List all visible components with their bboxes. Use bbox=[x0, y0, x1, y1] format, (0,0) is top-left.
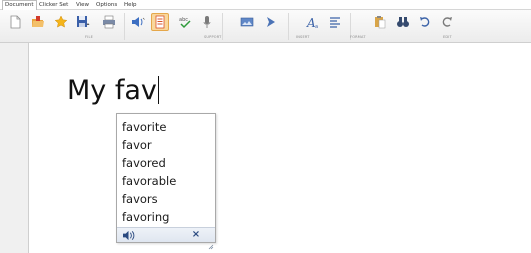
undo-icon[interactable] bbox=[416, 13, 434, 31]
insert-picture-icon[interactable] bbox=[238, 13, 256, 31]
prediction-footer: × bbox=[117, 227, 215, 250]
group-label-format: FORMAT bbox=[350, 35, 366, 39]
document-area: My fav bbox=[0, 43, 531, 253]
prediction-item[interactable]: favoring bbox=[117, 208, 215, 226]
tab-options[interactable]: Options bbox=[96, 1, 117, 9]
svg-text:a: a bbox=[315, 24, 318, 29]
insert-arrow-icon[interactable] bbox=[263, 13, 281, 31]
document-page[interactable]: My fav bbox=[28, 43, 531, 253]
text-caret bbox=[157, 76, 160, 104]
document-text[interactable]: My fav bbox=[67, 75, 160, 107]
svg-text:abc: abc bbox=[179, 17, 188, 23]
group-label-file: FILE bbox=[85, 35, 94, 39]
prediction-item[interactable]: favorable bbox=[117, 172, 215, 190]
ribbon-toolbar: abc Aa FILE SUPPORT INSERT FORMAT EDIT bbox=[0, 10, 531, 43]
close-prediction-button[interactable]: × bbox=[190, 228, 202, 241]
speak-predictions-icon[interactable] bbox=[121, 229, 135, 241]
new-document-icon[interactable] bbox=[6, 13, 24, 31]
prediction-items: favorite favor favored favorable favors … bbox=[117, 114, 215, 226]
print-icon[interactable] bbox=[100, 13, 118, 31]
group-separator bbox=[124, 13, 125, 40]
menu-bar: Document Clicker Set View Options Help bbox=[0, 0, 531, 11]
tab-help[interactable]: Help bbox=[124, 1, 137, 9]
resize-grip-icon[interactable] bbox=[208, 235, 214, 250]
font-icon[interactable]: Aa bbox=[304, 13, 322, 31]
redo-icon[interactable] bbox=[438, 13, 456, 31]
microphone-icon[interactable] bbox=[198, 13, 216, 31]
align-icon[interactable] bbox=[326, 13, 344, 31]
save-icon[interactable] bbox=[74, 13, 92, 31]
tab-clicker-set[interactable]: Clicker Set bbox=[39, 1, 68, 9]
word-prediction-icon[interactable] bbox=[151, 13, 169, 31]
group-label-edit: EDIT bbox=[443, 35, 452, 39]
paste-icon[interactable] bbox=[371, 13, 389, 31]
prediction-item[interactable]: favor bbox=[117, 136, 215, 154]
spell-check-icon[interactable]: abc bbox=[176, 13, 194, 31]
group-separator bbox=[222, 13, 223, 40]
group-label-insert: INSERT bbox=[296, 35, 310, 39]
word-prediction-list: favorite favor favored favorable favors … bbox=[116, 113, 216, 250]
favorite-star-icon[interactable] bbox=[52, 13, 70, 31]
prediction-item[interactable]: favored bbox=[117, 154, 215, 172]
prediction-item[interactable]: favors bbox=[117, 190, 215, 208]
tab-view[interactable]: View bbox=[76, 1, 89, 9]
group-separator bbox=[288, 13, 289, 40]
open-folder-icon[interactable] bbox=[29, 13, 47, 31]
document-text-content: My fav bbox=[67, 75, 157, 106]
speech-volume-icon[interactable] bbox=[129, 13, 147, 31]
find-binoculars-icon[interactable] bbox=[394, 13, 412, 31]
prediction-item[interactable]: favorite bbox=[117, 118, 215, 136]
group-label-support: SUPPORT bbox=[204, 35, 222, 39]
